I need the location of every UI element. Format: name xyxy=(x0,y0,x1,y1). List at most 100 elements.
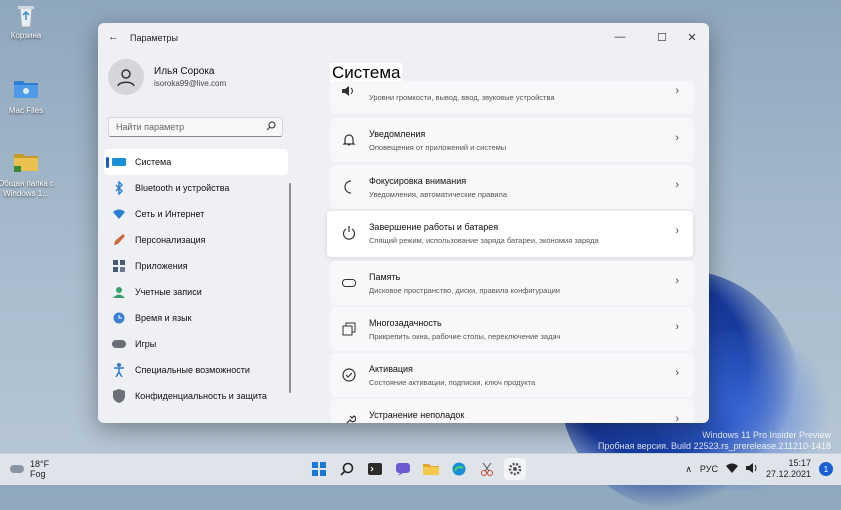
card-storage[interactable]: Память Дисковое пространство, диски, пра… xyxy=(331,261,693,305)
sidebar-item-time-language[interactable]: Время и язык xyxy=(104,305,288,331)
card-activation[interactable]: Активация Состояние активации, подписки,… xyxy=(331,353,693,397)
search-icon[interactable] xyxy=(336,458,358,480)
weather-temp: 18°F xyxy=(30,459,50,469)
card-multitasking[interactable]: Многозадачность Прикрепить окна, рабочие… xyxy=(331,307,693,351)
bell-icon xyxy=(341,132,357,148)
sidebar-item-network[interactable]: Сеть и Интернет xyxy=(104,201,288,227)
wrench-icon xyxy=(341,413,357,423)
card-sound[interactable]: Уровни громкости, вывод, ввод, звуковые … xyxy=(331,81,693,113)
settings-window: ← Параметры — ☐ ✕ Илья Сорока isoroka99@… xyxy=(98,23,709,423)
desktop-icon-label: Корзина xyxy=(10,31,42,40)
brush-icon xyxy=(112,233,126,247)
chevron-right-icon: › xyxy=(675,85,679,97)
language-indicator[interactable]: РУС xyxy=(700,464,718,474)
desktop-icon-label: Mac Files xyxy=(8,106,44,115)
sidebar-item-gaming[interactable]: Игры xyxy=(104,331,288,357)
profile-name: Илья Сорока xyxy=(154,66,215,77)
sidebar-item-label: Учетные записи xyxy=(135,287,202,297)
card-title: Завершение работы и батарея xyxy=(369,222,499,232)
snipping-tool-icon[interactable] xyxy=(476,458,498,480)
recycle-bin-icon xyxy=(12,2,40,28)
chevron-right-icon: › xyxy=(675,413,679,423)
clock-time: 15:17 xyxy=(788,458,811,468)
card-title: Память xyxy=(369,272,401,282)
desktop-icon-label: Общая папка с Windows 1... xyxy=(0,179,54,198)
sidebar-item-accounts[interactable]: Учетные записи xyxy=(104,279,288,305)
weather-widget[interactable]: 18°F Fog xyxy=(10,459,49,479)
terminal-icon[interactable] xyxy=(364,458,386,480)
sidebar-item-privacy[interactable]: Конфиденциальность и защита xyxy=(104,383,288,409)
sidebar-item-label: Bluetooth и устройства xyxy=(135,183,230,193)
clock[interactable]: 15:17 27.12.2021 xyxy=(766,458,811,480)
watermark-line-1: Windows 11 Pro Insider Preview xyxy=(702,430,831,440)
apps-icon xyxy=(112,259,126,273)
fog-icon xyxy=(10,465,24,473)
chevron-right-icon: › xyxy=(675,132,679,144)
sidebar-item-bluetooth[interactable]: Bluetooth и устройства xyxy=(104,175,288,201)
user-icon xyxy=(112,285,126,299)
gamepad-icon xyxy=(112,337,126,351)
teams-chat-icon[interactable] xyxy=(392,458,414,480)
sidebar-item-system[interactable]: Система xyxy=(104,149,288,175)
title-bar: ← Параметры — ☐ ✕ xyxy=(98,23,709,53)
volume-icon[interactable] xyxy=(745,463,758,475)
card-title: Устранение неполадок xyxy=(369,410,465,420)
desktop-icon-mac-files[interactable]: Mac Files xyxy=(0,77,56,116)
card-subtitle: Прикрепить окна, рабочие столы, переключ… xyxy=(369,332,561,341)
sidebar-item-label: Приложения xyxy=(135,261,188,271)
globe-clock-icon xyxy=(112,311,126,325)
card-title: Фокусировка внимания xyxy=(369,176,467,186)
search-input[interactable]: Найти параметр xyxy=(108,117,283,137)
card-title: Активация xyxy=(369,364,413,374)
card-focus-assist[interactable]: Фокусировка внимания Уведомления, автома… xyxy=(331,165,693,209)
taskbar-apps xyxy=(308,458,526,480)
sidebar-item-label: Конфиденциальность и защита xyxy=(135,391,267,401)
sidebar-item-personalization[interactable]: Персонализация xyxy=(104,227,288,253)
sidebar-item-apps[interactable]: Приложения xyxy=(104,253,288,279)
settings-icon[interactable] xyxy=(504,458,526,480)
file-explorer-icon[interactable] xyxy=(420,458,442,480)
card-troubleshoot[interactable]: Устранение неполадок › xyxy=(331,399,693,423)
sidebar-item-label: Система xyxy=(135,157,172,167)
bluetooth-icon xyxy=(112,181,126,195)
card-title: Многозадачность xyxy=(369,318,442,328)
chevron-up-icon[interactable]: ∧ xyxy=(685,464,692,475)
card-subtitle: Дисковое пространство, диски, правила ко… xyxy=(369,286,560,295)
accessibility-icon xyxy=(112,363,126,377)
arrow-left-icon[interactable]: ← xyxy=(108,31,119,43)
desktop-icon-shared-folder[interactable]: Общая папка с Windows 1... xyxy=(0,150,56,199)
sidebar-item-accessibility[interactable]: Специальные возможности xyxy=(104,357,288,383)
storage-icon xyxy=(341,275,357,291)
close-button[interactable]: ✕ xyxy=(678,27,706,47)
weather-desc: Fog xyxy=(30,469,46,479)
card-notifications[interactable]: Уведомления Оповещения от приложений и с… xyxy=(331,118,693,162)
chevron-right-icon: › xyxy=(675,367,679,379)
moon-icon xyxy=(341,179,357,195)
multitask-icon xyxy=(341,321,357,337)
card-subtitle: Состояние активации, подписки, ключ прод… xyxy=(369,378,536,387)
user-profile[interactable]: Илья Сорока isoroka99@live.com xyxy=(108,59,226,95)
maximize-button[interactable]: ☐ xyxy=(648,27,676,47)
folder-icon xyxy=(12,77,40,103)
clock-date: 27.12.2021 xyxy=(765,469,811,479)
notification-badge[interactable]: 1 xyxy=(819,462,833,476)
page-title: Система xyxy=(330,63,403,83)
chevron-right-icon: › xyxy=(675,275,679,287)
profile-email: isoroka99@live.com xyxy=(154,79,227,88)
system-tray: ∧ РУС 15:17 27.12.2021 1 xyxy=(685,458,833,480)
power-icon xyxy=(341,225,357,241)
search-icon[interactable] xyxy=(266,121,276,133)
edge-icon[interactable] xyxy=(448,458,470,480)
windows-start-icon[interactable] xyxy=(308,458,330,480)
sidebar-scrollbar[interactable] xyxy=(289,183,291,393)
search-placeholder: Найти параметр xyxy=(116,122,185,132)
sidebar-nav: Система Bluetooth и устройства Сеть и Ин… xyxy=(104,149,288,409)
card-power-battery[interactable]: Завершение работы и батарея Спящий режим… xyxy=(327,211,693,257)
watermark-line-2: Пробная версия. Build 22523.rs_prereleas… xyxy=(597,441,831,451)
minimize-button[interactable]: — xyxy=(606,27,634,47)
desktop-icon-recycle-bin[interactable]: Корзина xyxy=(0,2,56,41)
chevron-right-icon: › xyxy=(675,179,679,191)
wifi-icon[interactable] xyxy=(725,463,738,475)
taskbar: 18°F Fog ∧ РУС 15:17 27.12.2021 1 xyxy=(0,453,841,485)
sidebar-item-label: Персонализация xyxy=(135,235,206,245)
